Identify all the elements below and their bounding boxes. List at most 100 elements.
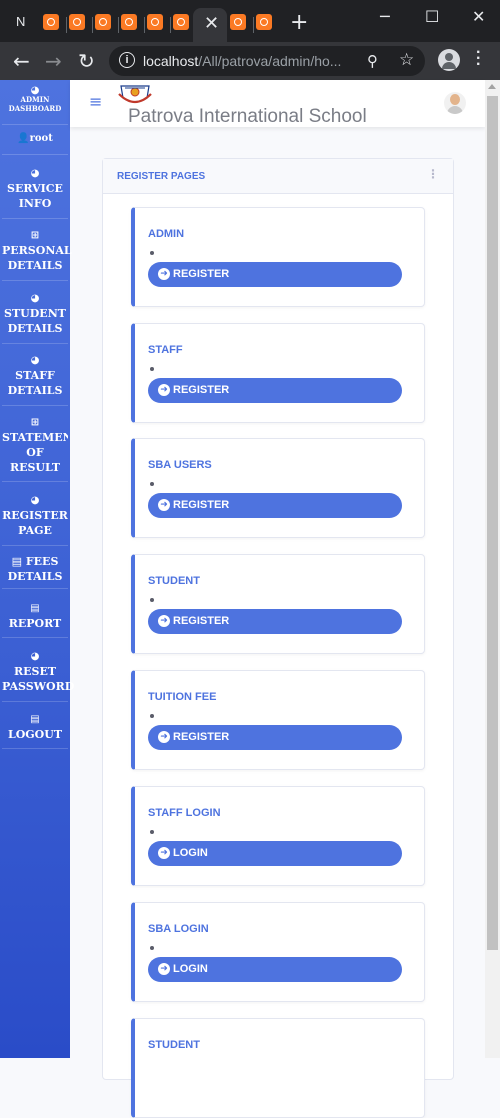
tab-label[interactable]: N	[16, 14, 25, 29]
tab[interactable]	[66, 11, 88, 33]
close-tab-icon[interactable]: ✕	[204, 13, 219, 34]
register-entry: STAFF LOGIN ➜ LOGIN	[131, 786, 425, 886]
minimize-window-icon[interactable]: ─	[380, 7, 390, 26]
gauge-icon: ◕	[30, 85, 40, 96]
register-entry: TUITION FEE ➜ REGISTER	[131, 670, 425, 770]
login-button[interactable]: ➜ LOGIN	[148, 957, 402, 982]
register-button[interactable]: ➜ REGISTER	[148, 609, 402, 634]
sidebar-toggle-icon[interactable]: ≡	[89, 92, 102, 111]
gauge-icon: ◕	[30, 651, 40, 662]
tab[interactable]	[227, 11, 249, 33]
xampp-favicon-icon	[173, 14, 189, 30]
more-options-icon[interactable]: ⋮	[427, 167, 439, 181]
sidebar-item-label: LOGOUT	[7, 728, 63, 741]
bullet-dot	[150, 830, 154, 834]
xampp-favicon-icon	[256, 14, 272, 30]
bullet-dot	[150, 367, 154, 371]
sidebar-item-label: root	[29, 133, 53, 144]
new-tab-button[interactable]: +	[290, 10, 308, 35]
address-bar[interactable]: i localhost/All/patrova/admin/ho... ⚲ ☆	[109, 46, 425, 76]
sidebar-item-label: PERSONAL DETAILS	[2, 244, 72, 272]
site-info-icon[interactable]: i	[119, 52, 135, 68]
arrow-circle-right-icon: ➜	[158, 384, 170, 396]
sidebar-item-label: RESET PASSWORD	[2, 665, 75, 693]
tab[interactable]	[144, 11, 166, 33]
back-icon[interactable]: ←	[13, 49, 30, 73]
card-header: REGISTER PAGES ⋮	[103, 159, 453, 194]
card-title: REGISTER PAGES	[117, 171, 206, 182]
forward-icon[interactable]: →	[45, 49, 62, 73]
reload-icon[interactable]: ↻	[78, 49, 95, 73]
xampp-favicon-icon	[230, 14, 246, 30]
tab[interactable]	[253, 11, 275, 33]
arrow-circle-right-icon: ➜	[158, 499, 170, 511]
close-window-icon[interactable]: ✕	[472, 7, 485, 26]
user-avatar[interactable]	[444, 92, 466, 114]
table-icon: ⊞	[30, 417, 40, 428]
sidebar-item-statement-of-result[interactable]: ⊞ STATEMENT OF RESULT	[2, 415, 68, 482]
bookmark-star-icon[interactable]: ☆	[399, 50, 414, 70]
entry-title: STAFF	[148, 344, 183, 356]
school-logo	[118, 85, 152, 104]
sidebar-item-personal-details[interactable]: ⊞ PERSONAL DETAILS	[2, 228, 72, 281]
sidebar-item-service-info[interactable]: ◕ SERVICE INFO	[2, 166, 68, 219]
sidebar-item-logout[interactable]: ▤ LOGOUT	[2, 712, 68, 749]
url-text[interactable]: localhost/All/patrova/admin/ho...	[143, 53, 341, 69]
gauge-icon: ◕	[30, 168, 40, 179]
scroll-up-arrow-icon[interactable]	[488, 84, 496, 89]
browser-menu-icon[interactable]: · · ·	[476, 45, 481, 73]
clipboard-icon: ▤	[11, 555, 23, 568]
entry-title: SBA USERS	[148, 459, 212, 471]
sidebar-item-label: STUDENT DETAILS	[4, 307, 66, 335]
tab[interactable]	[40, 11, 62, 33]
register-button[interactable]: ➜ REGISTER	[148, 725, 402, 750]
login-button[interactable]: ➜ LOGIN	[148, 841, 402, 866]
maximize-window-icon[interactable]: ☐	[425, 7, 439, 26]
register-entry: SBA USERS ➜ REGISTER	[131, 438, 425, 538]
table-icon: ⊞	[30, 230, 40, 241]
school-name: Patrova International School	[128, 106, 367, 127]
sidebar-item-label: REPORT	[8, 617, 62, 630]
sidebar-item-fees-details[interactable]: ▤ FEES DETAILS	[2, 554, 68, 589]
sidebar: ◕ ADMIN DASHBOARD 👤root ◕ SERVICE INFO ⊞…	[0, 80, 74, 1058]
sidebar-item-register-page[interactable]: ◕ REGISTER PAGE	[2, 493, 68, 546]
sidebar-item-reset-password[interactable]: ◕ RESET PASSWORD	[2, 649, 74, 702]
gauge-icon: ◕	[30, 495, 40, 506]
entry-title: TUITION FEE	[148, 691, 217, 703]
entry-title: SBA LOGIN	[148, 923, 209, 935]
sidebar-item-admin-dashboard[interactable]: ◕ ADMIN DASHBOARD	[2, 86, 68, 125]
register-entry: SBA LOGIN ➜ LOGIN	[131, 902, 425, 1002]
sidebar-item-staff-details[interactable]: ◕ STAFF DETAILS	[2, 353, 68, 406]
tab[interactable]	[118, 11, 140, 33]
sidebar-item-user[interactable]: 👤root	[2, 126, 68, 155]
gauge-icon: ◕	[30, 355, 40, 366]
arrow-circle-right-icon: ➜	[158, 847, 170, 859]
active-tab[interactable]: ✕	[193, 8, 227, 42]
gauge-icon: ◕	[30, 293, 40, 304]
register-entry: STUDENT	[131, 1018, 425, 1118]
browser-toolbar: ← → ↻ i localhost/All/patrova/admin/ho..…	[0, 42, 500, 80]
profile-avatar-icon[interactable]	[438, 49, 460, 71]
arrow-circle-right-icon: ➜	[158, 615, 170, 627]
arrow-circle-right-icon: ➜	[158, 731, 170, 743]
xampp-favicon-icon	[69, 14, 85, 30]
arrow-circle-right-icon: ➜	[158, 963, 170, 975]
tab[interactable]	[92, 11, 114, 33]
sidebar-item-report[interactable]: ▤ REPORT	[2, 601, 68, 638]
bullet-dot	[150, 714, 154, 718]
sidebar-item-label: STAFF DETAILS	[7, 369, 63, 397]
page-scrollbar[interactable]	[485, 80, 500, 1058]
bullet-dot	[150, 598, 154, 602]
register-button[interactable]: ➜ REGISTER	[148, 493, 402, 518]
entry-title: STUDENT	[148, 1039, 200, 1051]
xampp-favicon-icon	[95, 14, 111, 30]
register-button[interactable]: ➜ REGISTER	[148, 378, 402, 403]
browser-tab-strip: N ✕ + ─ ☐ ✕	[0, 0, 500, 42]
register-button[interactable]: ➜ REGISTER	[148, 262, 402, 287]
sidebar-item-student-details[interactable]: ◕ STUDENT DETAILS	[2, 291, 68, 344]
scroll-thumb[interactable]	[487, 96, 498, 950]
topbar: ≡ Patrova International School	[70, 80, 485, 127]
zoom-icon[interactable]: ⚲	[367, 52, 378, 70]
tab[interactable]	[170, 11, 192, 33]
xampp-favicon-icon	[147, 14, 163, 30]
